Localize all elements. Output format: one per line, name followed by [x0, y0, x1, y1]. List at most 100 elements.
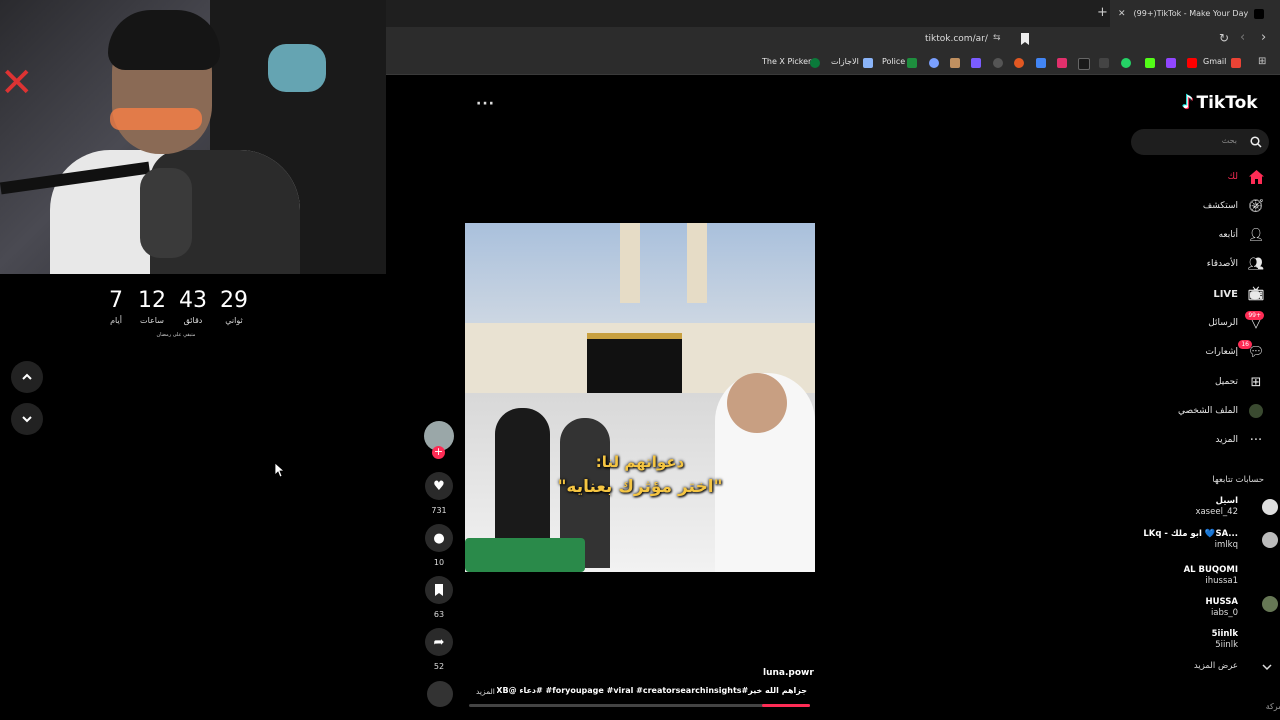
nav-notifications[interactable]: إشعارات 💬︎ 16 — [1205, 340, 1264, 362]
account-handle: imlkq — [1214, 540, 1238, 550]
forward-icon[interactable]: ‹ — [1240, 30, 1245, 45]
nav-upload[interactable]: تحميل ⊞ — [1215, 372, 1264, 392]
account-handle: ihussa1 — [1205, 576, 1238, 586]
avatar[interactable] — [1262, 499, 1278, 515]
bookmark-xpicker[interactable]: The X Picker — [762, 57, 811, 66]
bookmark-bag-icon[interactable] — [950, 58, 960, 68]
tiktok-bookmark-icon[interactable] — [1078, 58, 1090, 70]
tab-title: (99+)TikTok - Make Your Day — [1133, 9, 1249, 18]
account-name: اسيل — [1215, 496, 1238, 506]
comment-button[interactable]: ● — [425, 524, 453, 552]
account-name: 5iinlk — [1211, 629, 1238, 639]
nav-label: LIVE — [1213, 288, 1238, 300]
apps-grid-icon[interactable]: ⊞ — [1258, 56, 1266, 67]
share-button[interactable]: ➦ — [425, 628, 453, 656]
more-options-icon[interactable]: ··· — [476, 96, 495, 112]
bookmark-s-icon[interactable] — [971, 58, 981, 68]
bookmark-police[interactable]: Police — [882, 57, 905, 66]
nav-more[interactable]: المزيد ··· — [1215, 430, 1264, 450]
nav-label: أتابعه — [1218, 230, 1238, 240]
wall-decoration — [268, 44, 326, 92]
bookmark-vacations[interactable]: الاجازات — [831, 57, 859, 66]
account-name: LKq - ابو ملك 💙SA... — [1143, 529, 1238, 539]
wall-sign: ✕ — [0, 60, 34, 106]
following-account[interactable]: LKq - ابو ملك 💙SA... imlkq — [1143, 529, 1238, 551]
kick-icon[interactable] — [1145, 58, 1155, 68]
nav-friends[interactable]: الأصدقاء 👥︎ — [1207, 254, 1265, 274]
streamer-hair — [108, 10, 220, 70]
pilgrim-head — [727, 373, 787, 433]
profile-icon — [1248, 403, 1264, 419]
countdown-days: 7 أيام — [96, 288, 136, 325]
tab-strip: + ✕ (99+)TikTok - Make Your Day — [386, 0, 1280, 27]
tab-tiktok[interactable]: ✕ (99+)TikTok - Make Your Day — [1110, 0, 1280, 27]
friends-icon: 👥︎ — [1247, 256, 1265, 272]
xpicker-icon — [810, 58, 820, 68]
music-disc-icon[interactable] — [427, 681, 453, 707]
heart-icon: ♥ — [433, 478, 445, 494]
upload-icon: ⊞ — [1250, 374, 1262, 390]
countdown-hours: 12 ساعات — [132, 288, 172, 325]
whatsapp-icon[interactable] — [1121, 58, 1131, 68]
countdown-label: أيام — [110, 316, 122, 325]
new-tab-icon[interactable]: + — [1097, 5, 1108, 20]
avatar[interactable] — [1262, 596, 1278, 612]
previous-video-button[interactable] — [11, 361, 43, 393]
youtube-icon[interactable] — [1187, 58, 1197, 68]
sheets-icon — [907, 58, 917, 68]
video-player[interactable]: دعواتهم لنا: "اختر مؤثرك بعنايه" — [465, 223, 815, 572]
countdown-label: دقائق — [183, 316, 203, 325]
translate-icon[interactable] — [1036, 58, 1046, 68]
video-progress-bar[interactable] — [469, 704, 810, 707]
close-tab-icon[interactable]: ✕ — [1118, 9, 1126, 19]
twitch-icon[interactable] — [1166, 58, 1176, 68]
comment-icon: ● — [433, 530, 445, 546]
bookmark-gmail[interactable]: Gmail — [1203, 57, 1226, 66]
x-icon[interactable] — [1099, 58, 1109, 68]
account-name: HUSSA — [1205, 597, 1238, 607]
like-button[interactable]: ♥ — [425, 472, 453, 500]
github-icon[interactable] — [993, 58, 1003, 68]
next-video-button[interactable] — [11, 403, 43, 435]
following-account[interactable]: AL BUQOMI ihussa1 — [1184, 565, 1238, 587]
following-account[interactable]: HUSSA iabs_0 — [1206, 597, 1238, 619]
see-more-description[interactable]: المزيد — [476, 687, 495, 696]
nav-explore[interactable]: استكشف 🧭︎ — [1203, 196, 1264, 216]
video-caption: دعواتهم لنا: "اختر مؤثرك بعنايه" — [525, 453, 755, 497]
nav-profile[interactable]: الملف الشخصي — [1178, 401, 1264, 421]
microphone — [140, 168, 192, 258]
bookmark-link-icon[interactable] — [929, 58, 939, 68]
url-field[interactable]: tiktok.com/ar/ — [925, 34, 988, 44]
countdown-value: 12 — [138, 288, 166, 313]
compass-icon: 🧭︎ — [1247, 198, 1265, 214]
home-icon — [1248, 169, 1264, 185]
back-icon[interactable]: › — [1261, 30, 1266, 45]
reload-icon[interactable]: ↻ — [1219, 31, 1229, 45]
nav-label: إشعارات — [1205, 347, 1238, 357]
countdown-seconds: 29 ثواني — [214, 288, 254, 325]
nav-for-you[interactable]: لك — [1228, 167, 1264, 187]
chevron-down-icon[interactable] — [1262, 663, 1272, 671]
following-account[interactable]: 5iinlk 5iinlk — [1212, 629, 1238, 651]
countdown-value: 7 — [109, 288, 123, 313]
follow-plus-icon[interactable]: + — [432, 446, 445, 459]
avatar[interactable] — [1262, 532, 1278, 548]
following-accounts-title: حسابات تتابعها — [1212, 475, 1264, 485]
countdown-value: 29 — [220, 288, 248, 313]
nav-messages[interactable]: الرسائل ▽ 99+ — [1208, 311, 1264, 333]
messages-badge: 99+ — [1245, 311, 1264, 320]
nav-live[interactable]: LIVE 📺︎ — [1213, 284, 1264, 304]
see-more-link[interactable]: عرض المزيد — [1194, 661, 1238, 671]
bookmark-star-icon[interactable] — [1020, 33, 1030, 45]
green-bin — [465, 538, 585, 572]
following-account[interactable]: اسيل xaseel_42 — [1195, 496, 1238, 518]
video-author[interactable]: luna.powr — [763, 668, 814, 678]
site-settings-icon[interactable]: ⇆ — [993, 33, 1001, 43]
account-name: AL BUQOMI — [1183, 565, 1238, 575]
nav-following[interactable]: أتابعه 👤︎ — [1218, 225, 1265, 245]
instagram-icon[interactable] — [1057, 58, 1067, 68]
footer-link[interactable]: الشركة — [1266, 702, 1280, 711]
video-progress-fill — [762, 704, 810, 707]
bookmark-icon[interactable] — [1014, 58, 1024, 68]
save-button[interactable] — [425, 576, 453, 604]
